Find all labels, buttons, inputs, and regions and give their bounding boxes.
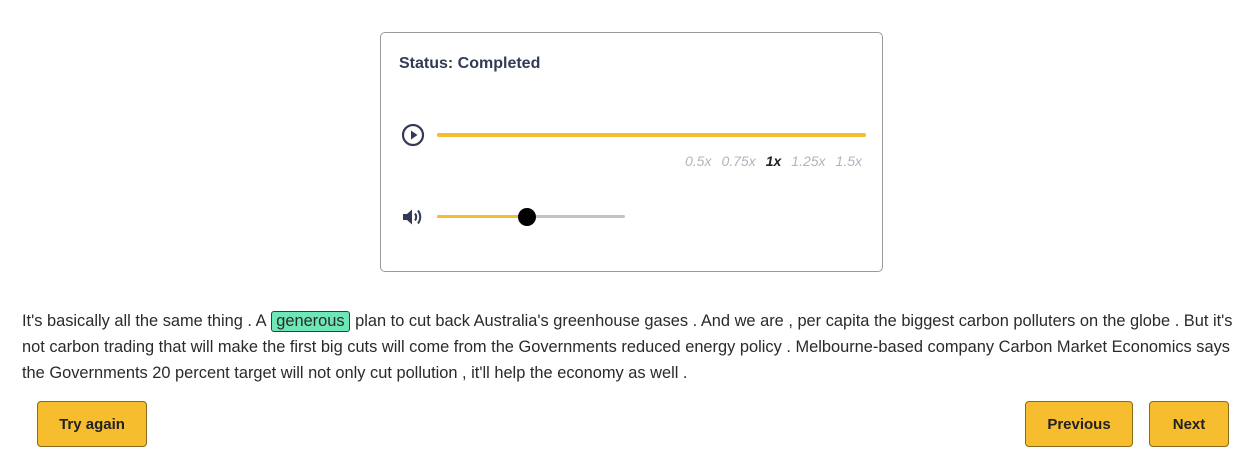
- progress-fill: [437, 133, 866, 137]
- speed-option-1.25x[interactable]: 1.25x: [791, 153, 825, 169]
- speed-option-0.75x[interactable]: 0.75x: [721, 153, 755, 169]
- volume-knob[interactable]: [518, 208, 537, 226]
- speed-option-1x[interactable]: 1x: [766, 153, 782, 169]
- highlighted-word[interactable]: generous: [271, 311, 350, 332]
- speed-options: 0.5x 0.75x 1x 1.25x 1.5x: [685, 153, 862, 169]
- speed-option-1.5x[interactable]: 1.5x: [836, 153, 862, 169]
- progress-bar[interactable]: [437, 133, 866, 137]
- volume-fill: [437, 215, 528, 218]
- play-icon[interactable]: [401, 123, 425, 147]
- volume-slider[interactable]: [437, 208, 625, 226]
- audio-player: Status: Completed 0.5x 0.75x 1x 1.25x 1.…: [380, 32, 883, 272]
- next-button[interactable]: Next: [1149, 401, 1229, 447]
- try-again-button[interactable]: Try again: [37, 401, 147, 447]
- volume-icon[interactable]: [401, 206, 425, 228]
- status-label: Status: Completed: [399, 55, 541, 72]
- transcript-before: It's basically all the same thing . A: [22, 312, 266, 330]
- transcript-text: It's basically all the same thing . A ge…: [22, 308, 1242, 386]
- previous-button[interactable]: Previous: [1025, 401, 1133, 447]
- speed-option-0.5x[interactable]: 0.5x: [685, 153, 711, 169]
